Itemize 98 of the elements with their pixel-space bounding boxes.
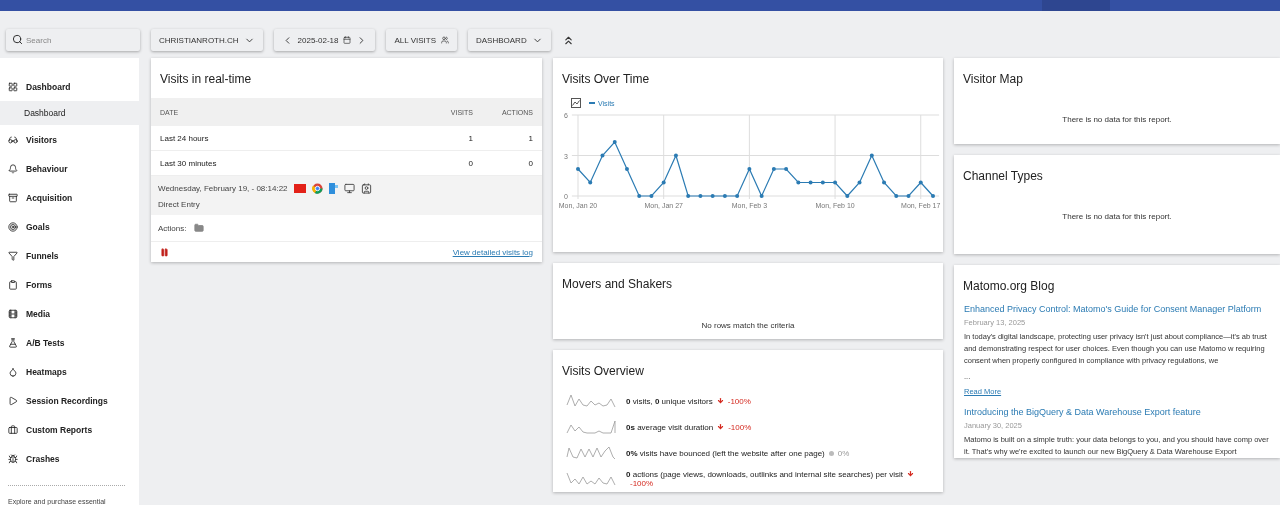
data-point	[735, 194, 740, 198]
card-title: Matomo.org Blog	[962, 278, 1056, 293]
menu-icon	[8, 221, 18, 232]
card-title: Visits Overview	[561, 363, 645, 378]
data-point	[808, 180, 813, 185]
card-title: Channel Types	[962, 168, 1044, 183]
data-point	[710, 194, 715, 198]
menu-icon	[8, 424, 18, 435]
metric-text: 0s average visit duration -100%	[626, 422, 753, 432]
chart-type-icon[interactable]	[571, 98, 581, 108]
data-point	[649, 194, 654, 198]
table-cell-text: Last 30 minutes	[160, 158, 218, 168]
metric-text: 0 actions (page views, downloads, outlinks and internal site searches) per visit -100%	[626, 470, 934, 488]
sidebar-item[interactable]: Funnels	[0, 241, 139, 270]
data-point	[857, 180, 862, 185]
sidebar-item[interactable]: Goals	[0, 212, 139, 241]
data-point	[747, 167, 752, 171]
menu-icon	[8, 163, 18, 174]
data-point	[918, 180, 923, 185]
data-point	[722, 194, 727, 198]
table-cell-text: 1	[467, 133, 473, 143]
sidebar-item[interactable]: Custom Reports	[0, 415, 139, 444]
sidebar-item[interactable]: A/B Tests	[0, 328, 139, 357]
data-point	[931, 194, 935, 198]
data-point	[588, 180, 593, 185]
sidebar-item[interactable]: Acquisition	[0, 183, 139, 212]
data-point	[637, 194, 642, 198]
sidebar-item[interactable]: Heatmaps	[0, 357, 139, 386]
browser-icon	[311, 183, 323, 194]
table-cell-text: Last 24 hours	[160, 133, 210, 143]
blog-post-link[interactable]: Introducing the BigQuery & Data Warehouse Export feature	[964, 407, 1270, 417]
visits-log-link[interactable]: View detailed visits log	[452, 248, 533, 257]
data-point	[796, 180, 801, 185]
data-point	[576, 167, 580, 171]
empty-message: No rows match the criteria	[700, 320, 796, 332]
menu-icon	[8, 192, 18, 203]
sidebar-item[interactable]: Behaviour	[0, 154, 139, 183]
menu-icon	[8, 250, 18, 261]
table-cell-text: 0	[527, 158, 533, 168]
data-point	[771, 167, 776, 171]
card-title: Visits Over Time	[561, 71, 651, 86]
data-point	[833, 180, 838, 185]
dashboard-selector[interactable]: DASHBOARD	[468, 29, 551, 51]
metric-text: 0 visits, 0 unique visitors -100%	[626, 396, 752, 406]
sidebar-item[interactable]: Media	[0, 299, 139, 328]
menu-icon	[8, 279, 18, 290]
data-point	[698, 194, 703, 198]
calendar-icon	[343, 36, 352, 44]
pause-icon[interactable]	[160, 248, 169, 257]
menu-icon	[8, 453, 18, 464]
data-point	[845, 194, 850, 198]
data-point	[820, 180, 825, 185]
visitor-profile-icon	[360, 183, 372, 194]
empty-message: There is no data for this report.	[1061, 114, 1173, 126]
menu-icon	[8, 134, 18, 145]
data-point	[661, 180, 666, 185]
data-point	[673, 153, 678, 158]
date-selector[interactable]: 2025-02-18	[273, 29, 376, 51]
folder-icon	[194, 223, 205, 233]
table-cell-text: 1	[527, 133, 533, 143]
menu-icon	[8, 308, 18, 319]
table-cell-text: 0	[467, 158, 473, 168]
card-title: Visitor Map	[962, 71, 1024, 86]
data-point	[906, 194, 911, 198]
flag-icon	[293, 184, 306, 193]
data-point	[759, 194, 764, 198]
desktop-icon	[343, 183, 355, 194]
menu-icon	[8, 395, 18, 406]
data-point	[686, 194, 691, 198]
os-icon	[328, 183, 338, 194]
data-point	[784, 167, 789, 171]
menu-icon	[8, 337, 18, 348]
data-point	[869, 153, 874, 158]
search-field[interactable]: Search	[6, 29, 140, 51]
sidebar-item[interactable]: Session Recordings	[0, 386, 139, 415]
data-point	[882, 180, 887, 185]
data-point	[624, 167, 629, 171]
site-selector[interactable]: CHRISTIANROTH.CH	[151, 29, 263, 51]
actions-label: Actions:	[158, 223, 187, 233]
card-title: Movers and Shakers	[561, 276, 674, 291]
sidebar-item[interactable]: Crashes	[0, 444, 139, 473]
card-title: Visits in real-time	[159, 71, 253, 86]
metric-text: 0% visits have bounced (left the website after one page) 0%	[626, 448, 851, 458]
visit-time: Wednesday, February 19, - 08:14:22	[158, 184, 288, 193]
sidebar-subitem[interactable]: Dashboard	[0, 101, 139, 125]
blog-post-link[interactable]: Enhanced Privacy Control: Matomo's Guide for Consent Manager Platform	[964, 304, 1270, 314]
empty-message: There is no data for this report.	[1061, 211, 1173, 223]
sidebar-item[interactable]: Visitors	[0, 125, 139, 154]
menu-icon	[8, 366, 18, 377]
data-point	[612, 140, 617, 144]
sidebar-item[interactable]: Dashboard	[0, 72, 139, 101]
data-point	[600, 153, 605, 158]
referrer-text: Direct Entry	[158, 200, 201, 209]
segment-selector[interactable]: ALL VISITS	[386, 29, 457, 51]
users-icon	[441, 36, 449, 44]
sidebar-item[interactable]: Forms	[0, 270, 139, 299]
data-point	[894, 194, 899, 198]
menu-icon	[8, 81, 18, 92]
